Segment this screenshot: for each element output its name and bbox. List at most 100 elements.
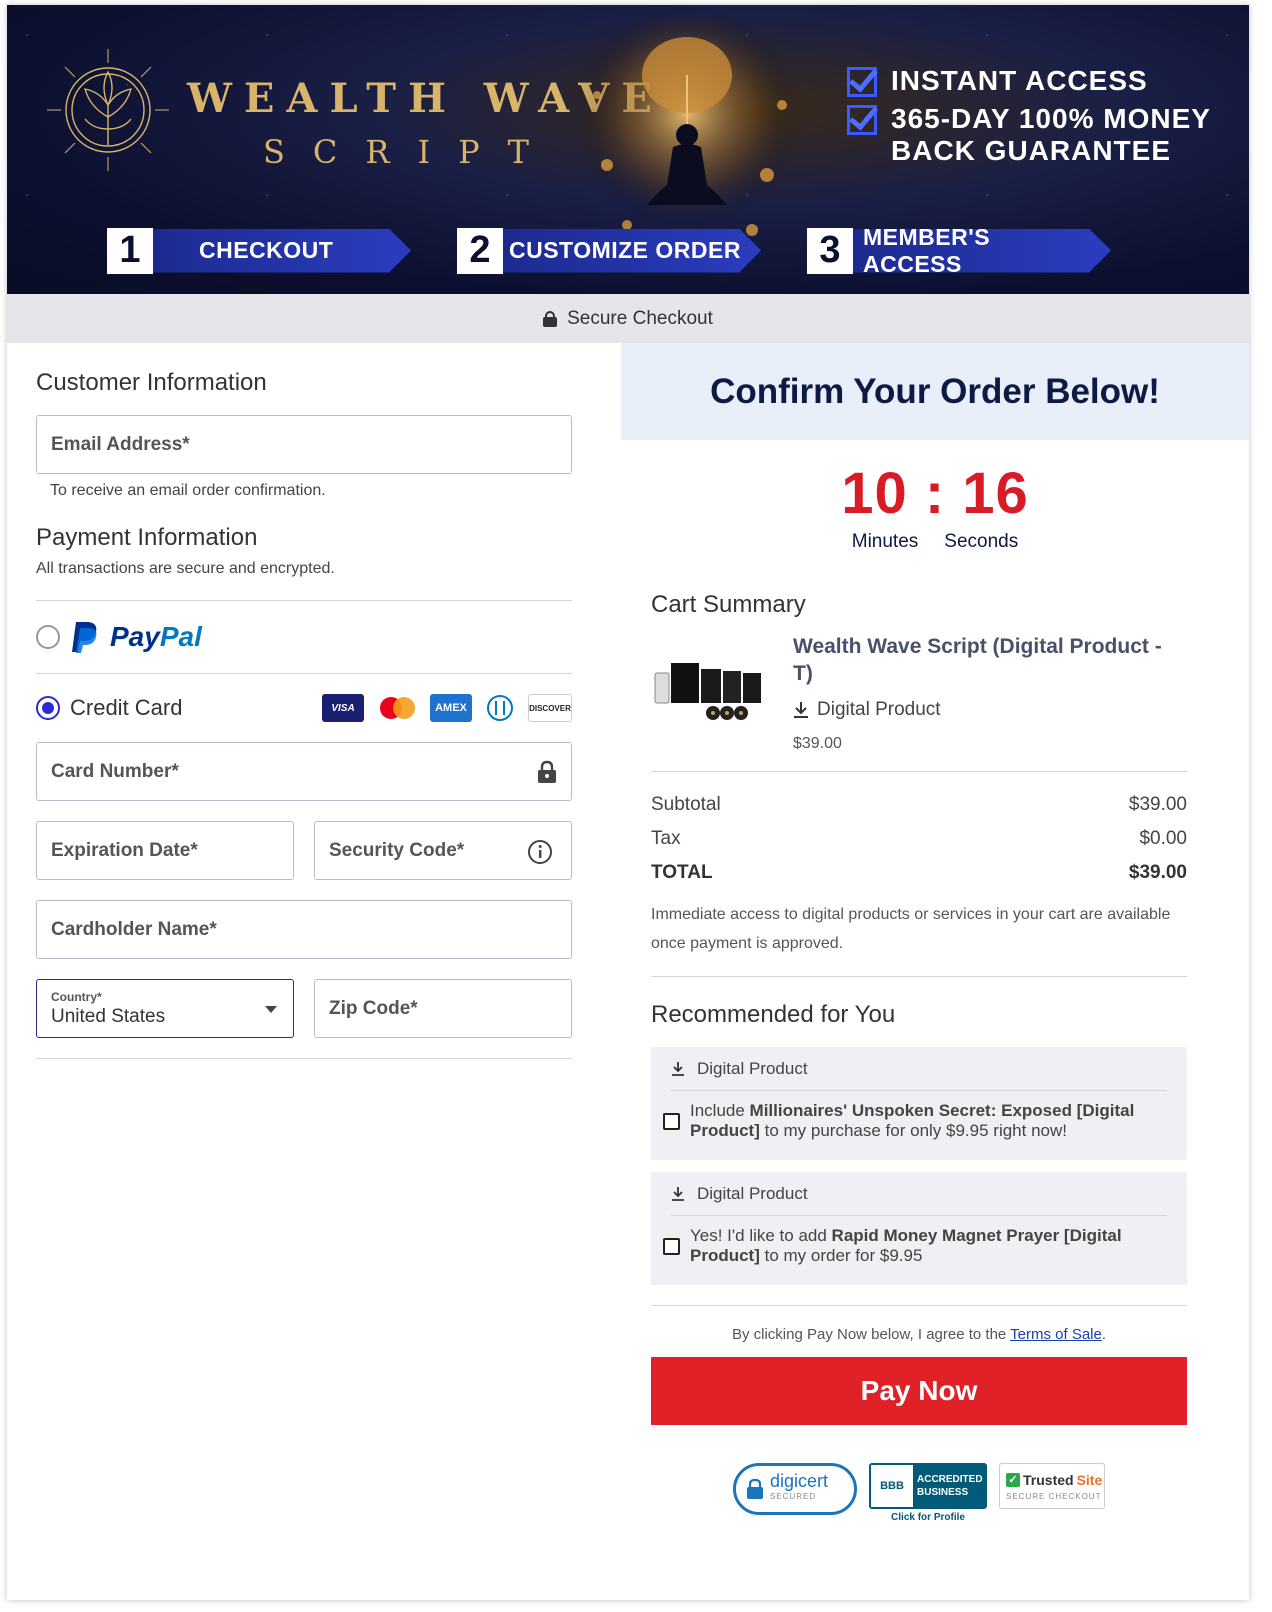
trusted-sub: SECURE CHECKOUT bbox=[1006, 1491, 1102, 1501]
reco-text: Include Millionaires' Unspoken Secret: E… bbox=[690, 1101, 1167, 1141]
paypal-pay: Pay bbox=[110, 621, 160, 652]
guarantee-text: INSTANT ACCESS bbox=[891, 65, 1148, 96]
product-price: $39.00 bbox=[793, 735, 842, 752]
guarantee-item: 365-DAY 100% MONEY BACK GUARANTEE bbox=[847, 103, 1211, 167]
bbb-mark: BBB bbox=[871, 1465, 913, 1507]
reco-type: Digital Product bbox=[697, 1183, 808, 1203]
card-number-placeholder: Card Number* bbox=[51, 760, 179, 782]
timer-separator: : bbox=[924, 461, 946, 526]
card-number-field[interactable]: Card Number* bbox=[36, 742, 572, 801]
recommended-item: Digital Product Yes! I'd like to add Rap… bbox=[651, 1172, 1187, 1285]
tax-value: $0.00 bbox=[1139, 828, 1187, 849]
country-select[interactable]: Country* United States bbox=[36, 979, 294, 1038]
subtotal-label: Subtotal bbox=[651, 794, 721, 815]
trustedsite-badge[interactable]: ✓ Trusted Site SECURE CHECKOUT bbox=[999, 1463, 1105, 1509]
guarantee-list: INSTANT ACCESS 365-DAY 100% MONEY BACK G… bbox=[847, 65, 1211, 173]
reco-offer[interactable]: Include Millionaires' Unspoken Secret: E… bbox=[663, 1101, 1167, 1141]
guarantee-text: 365-DAY 100% MONEY BACK GUARANTEE bbox=[891, 103, 1211, 166]
card-brand-logos: VISA AMEX DISCOVER bbox=[322, 694, 572, 722]
email-hint: To receive an email order confirmation. bbox=[50, 482, 326, 499]
meditation-figure-icon bbox=[572, 15, 802, 240]
step-number: 1 bbox=[107, 227, 153, 274]
digicert-name: digicert bbox=[770, 1471, 829, 1491]
expiration-date-field[interactable]: Expiration Date* bbox=[36, 821, 294, 880]
reco-checkbox[interactable] bbox=[663, 1112, 680, 1130]
mastercard-icon bbox=[376, 694, 418, 722]
zip-placeholder: Zip Code* bbox=[329, 997, 418, 1019]
amex-icon: AMEX bbox=[430, 694, 472, 722]
paypal-pal: Pal bbox=[159, 621, 202, 652]
download-icon bbox=[672, 1186, 684, 1201]
product-image bbox=[654, 663, 761, 720]
divider bbox=[651, 976, 1187, 977]
payment-form: Customer Information Email Address* To r… bbox=[36, 343, 572, 1059]
step-number: 2 bbox=[457, 227, 503, 274]
lock-icon bbox=[543, 310, 558, 327]
credit-card-radio[interactable] bbox=[36, 696, 60, 720]
product-name: Wealth Wave Script (Digital Product - T) bbox=[793, 635, 1162, 685]
step-number: 3 bbox=[807, 227, 853, 274]
minutes-label: Minutes bbox=[851, 531, 919, 552]
product-type: Digital Product bbox=[817, 699, 941, 720]
cart-summary: Cart Summary Wealth Wave Script (Digital… bbox=[651, 591, 1187, 1523]
security-code-field[interactable]: Security Code* bbox=[314, 821, 572, 880]
total-label: TOTAL bbox=[651, 862, 713, 883]
reco-offer[interactable]: Yes! I'd like to add Rapid Money Magnet … bbox=[663, 1226, 1167, 1266]
reco-text: Yes! I'd like to add Rapid Money Magnet … bbox=[690, 1226, 1167, 1266]
divider bbox=[36, 1058, 572, 1059]
info-icon[interactable] bbox=[527, 839, 553, 865]
reco-type: Digital Product bbox=[697, 1058, 808, 1078]
secure-checkout-label: Secure Checkout bbox=[567, 307, 713, 329]
bbb-line2: BUSINESS bbox=[917, 1487, 969, 1498]
download-icon bbox=[672, 1061, 684, 1076]
guarantee-item: INSTANT ACCESS bbox=[847, 65, 1211, 97]
order-summary: Confirm Your Order Below! 10 : 16 Minute… bbox=[621, 343, 1249, 1523]
divider bbox=[651, 771, 1187, 772]
digicert-sub: SECURED bbox=[770, 1492, 817, 1501]
customer-info-title: Customer Information bbox=[36, 369, 267, 396]
credit-card-option[interactable]: Credit Card VISA AMEX DISCOVER bbox=[36, 674, 572, 742]
tree-logo-icon bbox=[47, 49, 169, 171]
bbb-click-link[interactable]: Click for Profile bbox=[891, 1512, 965, 1523]
reco-checkbox[interactable] bbox=[663, 1237, 680, 1255]
lock-icon bbox=[747, 1478, 763, 1499]
checkout-steps: 1 CHECKOUT 2 CUSTOMIZE ORDER 3 MEMBER'S … bbox=[107, 223, 1157, 278]
timer-seconds: 16 bbox=[962, 461, 1029, 526]
tax-label: Tax bbox=[651, 828, 681, 849]
reco-header: Digital Product bbox=[671, 1047, 1167, 1091]
zip-code-field[interactable]: Zip Code* bbox=[314, 979, 572, 1038]
cardholder-placeholder: Cardholder Name* bbox=[51, 918, 217, 940]
divider bbox=[651, 1305, 1187, 1306]
seconds-label: Seconds bbox=[944, 531, 1019, 552]
country-label: Country* bbox=[51, 989, 102, 1004]
secure-checkout-bar: Secure Checkout bbox=[7, 294, 1249, 343]
terms-note: By clicking Pay Now below, I agree to th… bbox=[651, 1326, 1187, 1343]
step-checkout: 1 CHECKOUT bbox=[107, 223, 411, 278]
cardholder-name-field[interactable]: Cardholder Name* bbox=[36, 900, 572, 959]
payment-subtitle: All transactions are secure and encrypte… bbox=[36, 560, 335, 577]
paypal-wordmark: PayPal bbox=[110, 621, 202, 653]
recommended-title: Recommended for You bbox=[651, 1001, 896, 1028]
bbb-badge[interactable]: BBB ACCREDITED BUSINESS Click for Profil… bbox=[869, 1463, 987, 1523]
terms-of-sale-link[interactable]: Terms of Sale bbox=[1010, 1326, 1102, 1343]
brand-subtitle: SCRIPT bbox=[263, 133, 558, 171]
paypal-option[interactable]: PayPal bbox=[36, 601, 572, 673]
pay-now-button[interactable]: Pay Now bbox=[651, 1357, 1187, 1425]
visa-icon: VISA bbox=[322, 694, 364, 722]
checkout-page: WEALTH WAVE SCRIPT INSTANT ACCESS 365-DA… bbox=[7, 5, 1249, 1600]
digicert-badge[interactable]: digicert SECURED bbox=[733, 1463, 857, 1515]
trusted-b: Site bbox=[1076, 1471, 1103, 1488]
tax-row: Tax $0.00 bbox=[651, 828, 1187, 850]
email-field[interactable]: Email Address* bbox=[36, 415, 572, 474]
paypal-radio[interactable] bbox=[36, 625, 60, 649]
step-label: CHECKOUT bbox=[149, 229, 411, 273]
cart-item: Wealth Wave Script (Digital Product - T)… bbox=[651, 633, 1187, 753]
discover-icon: DISCOVER bbox=[528, 694, 572, 722]
access-note: Immediate access to digital products or … bbox=[651, 906, 1171, 952]
reco-text-post: to my order for $9.95 bbox=[759, 1246, 923, 1265]
timer-labels: Minutes Seconds bbox=[621, 531, 1249, 553]
trust-badges: digicert SECURED BBB ACCREDITED BUSINESS… bbox=[651, 1463, 1187, 1523]
total-row: TOTAL $39.00 bbox=[651, 862, 1187, 884]
expiration-placeholder: Expiration Date* bbox=[51, 839, 198, 861]
cart-summary-title: Cart Summary bbox=[651, 591, 806, 618]
